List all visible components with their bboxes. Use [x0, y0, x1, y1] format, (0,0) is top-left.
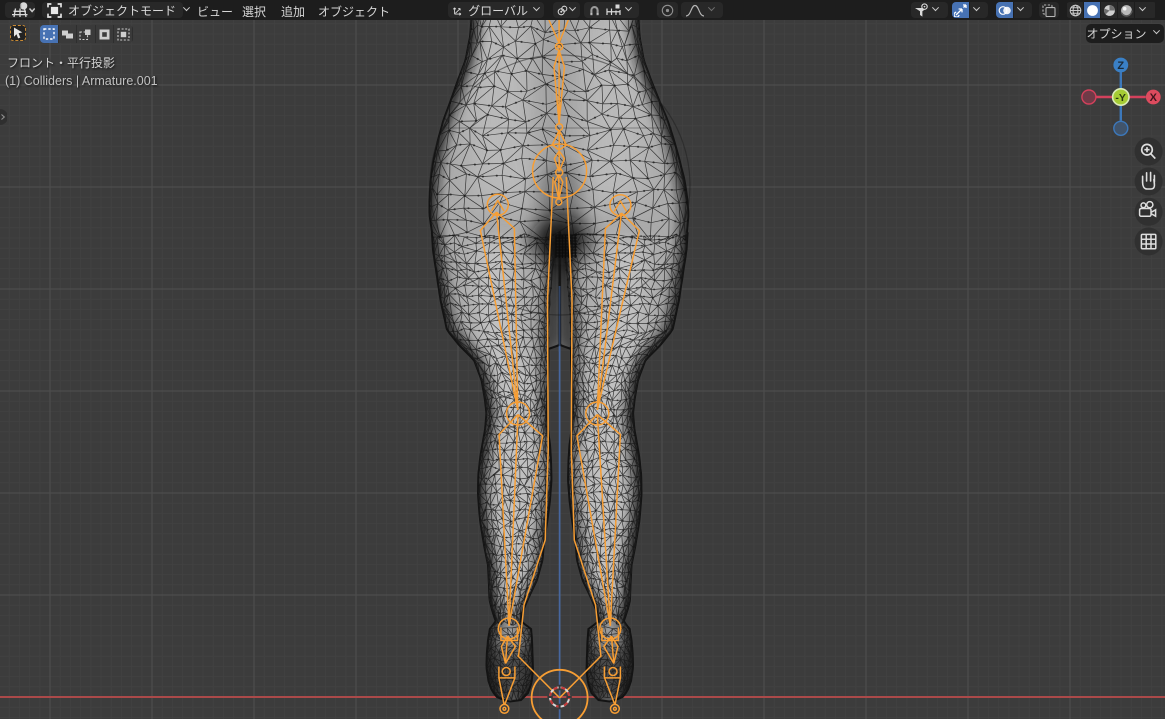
svg-text:Z: Z — [1117, 60, 1124, 72]
svg-text:X: X — [1150, 92, 1158, 104]
svg-text:-Y: -Y — [1115, 92, 1126, 104]
